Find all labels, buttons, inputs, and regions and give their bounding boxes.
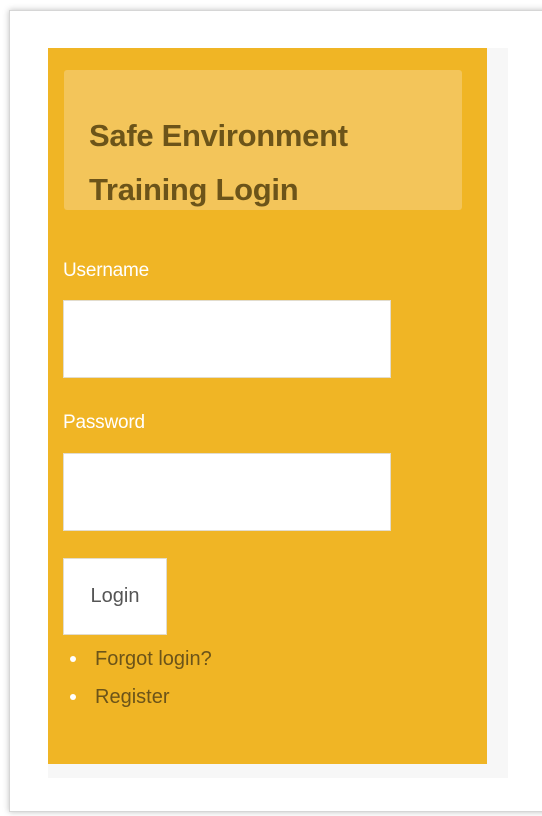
- password-label: Password: [63, 412, 145, 433]
- page-title: Safe Environment Training Login: [89, 118, 348, 207]
- register-link[interactable]: Register: [95, 680, 169, 714]
- username-label: Username: [63, 260, 150, 281]
- bullet-icon: [70, 694, 76, 700]
- login-panel: Safe Environment Training Login Username…: [48, 48, 487, 764]
- username-input[interactable]: [63, 300, 391, 378]
- login-button[interactable]: Login: [63, 558, 167, 635]
- forgot-login-link[interactable]: Forgot login?: [95, 642, 212, 676]
- title-box: Safe Environment Training Login: [64, 70, 462, 210]
- bullet-icon: [70, 656, 76, 662]
- password-input[interactable]: [63, 453, 391, 531]
